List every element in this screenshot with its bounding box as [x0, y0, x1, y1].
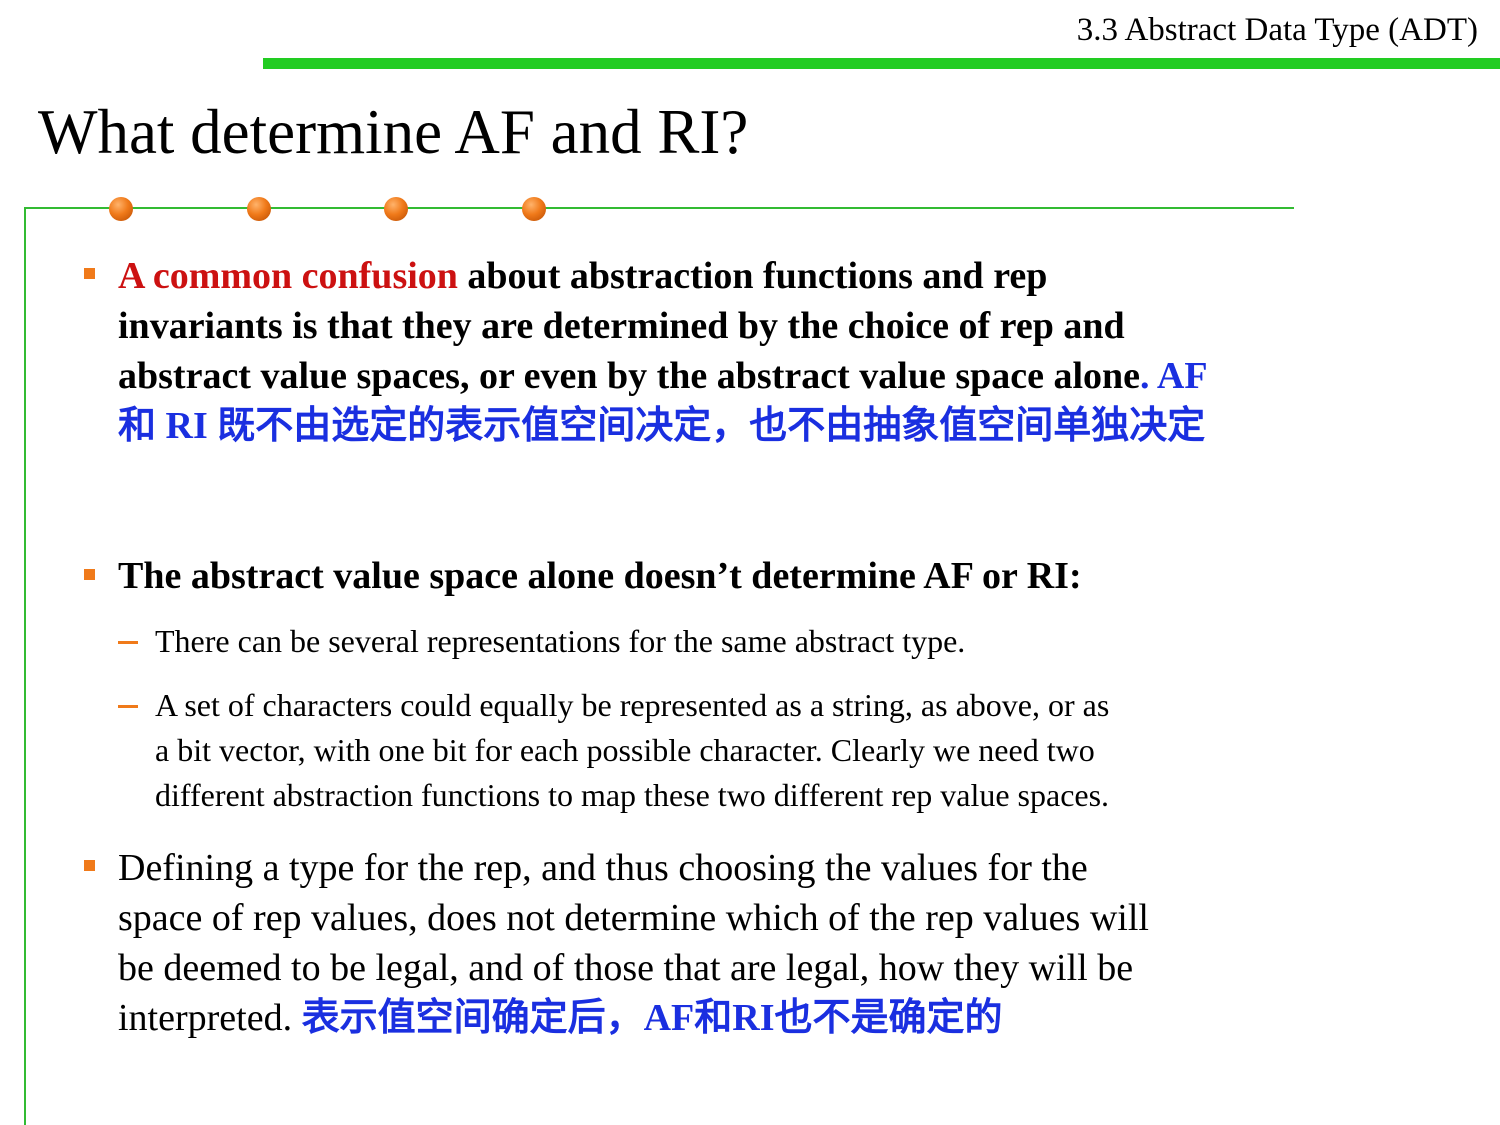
- decorative-dot: [522, 197, 546, 221]
- section-label: 3.3 Abstract Data Type (ADT): [1076, 12, 1478, 48]
- bullet-marker: [84, 268, 95, 279]
- content-frame-left-line: [24, 207, 26, 1125]
- decorative-dot: [384, 197, 408, 221]
- sub-bullet-several-reps: There can be several representations for…: [155, 623, 966, 659]
- highlight-common-confusion: A common confusion: [118, 255, 458, 297]
- sub-bullet-set-of-characters: A set of characters could equally be rep…: [155, 687, 1110, 813]
- bullet-common-confusion: A common confusion about abstraction fun…: [118, 251, 1458, 451]
- sub-bullet-marker: [118, 641, 138, 644]
- bullet-defining-type: Defining a type for the rep, and thus ch…: [118, 847, 1149, 1039]
- bullet-marker: [84, 860, 95, 871]
- content-frame-top-line: [24, 207, 1294, 209]
- header-accent-bar: [263, 58, 1500, 69]
- sub-bullet-marker: [118, 705, 138, 708]
- slide-title: What determine AF and RI?: [38, 97, 749, 167]
- chinese-annotation: 和 RI 既不由选定的表示值空间决定，也不由抽象值空间单独决定: [118, 405, 1206, 447]
- bullet-abstract-space: The abstract value space alone doesn’t d…: [118, 555, 1082, 597]
- chinese-annotation: 表示值空间确定后，AF和RI也不是确定的: [301, 997, 1003, 1039]
- decorative-dot: [109, 197, 133, 221]
- decorative-dot: [247, 197, 271, 221]
- bullet-marker: [84, 569, 95, 580]
